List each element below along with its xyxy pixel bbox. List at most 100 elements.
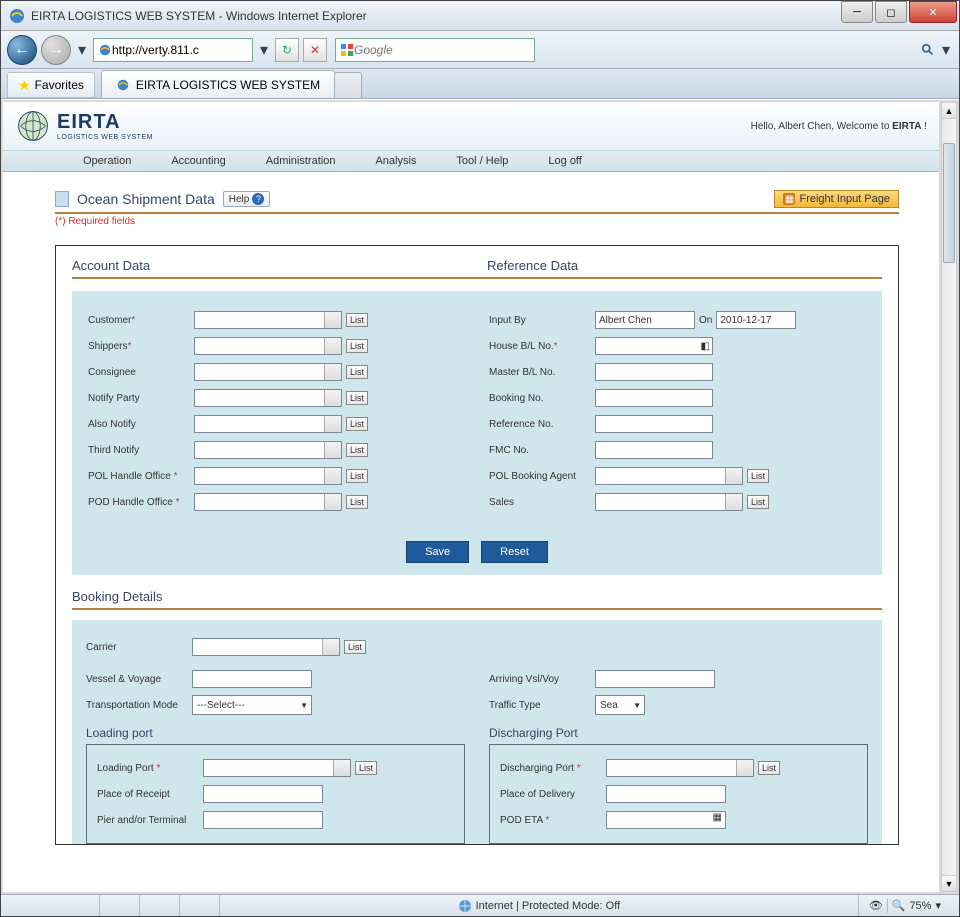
nav-accounting[interactable]: Accounting — [171, 155, 225, 167]
scroll-up-button[interactable]: ▲ — [942, 103, 956, 119]
loadingport-list-button[interactable]: List — [355, 761, 377, 775]
freight-input-button[interactable]: ▦ Freight Input Page — [774, 190, 899, 208]
pol-office-list-button[interactable]: List — [346, 469, 368, 483]
refresh-button[interactable]: ↻ — [275, 38, 299, 62]
reset-button[interactable]: Reset — [481, 541, 548, 563]
discharging-port-heading: Discharging Port — [489, 726, 868, 740]
scroll-down-button[interactable]: ▼ — [942, 875, 956, 891]
vessel-input[interactable] — [192, 670, 312, 688]
notify-input[interactable] — [194, 389, 342, 407]
loadingport-input[interactable] — [203, 759, 351, 777]
internet-zone-icon — [458, 899, 472, 913]
search-box[interactable] — [335, 38, 535, 62]
inputby-value[interactable]: Albert Chen — [595, 311, 695, 329]
scroll-thumb[interactable] — [943, 143, 955, 263]
customer-list-button[interactable]: List — [346, 313, 368, 327]
forward-button[interactable]: → — [41, 35, 71, 65]
help-button[interactable]: Help ? — [223, 191, 271, 207]
ie-tab-icon — [116, 78, 130, 92]
back-button[interactable]: ← — [7, 35, 37, 65]
zoom-dropdown[interactable]: ▾ — [935, 899, 941, 912]
placereceipt-input[interactable] — [203, 785, 323, 803]
housebl-input[interactable]: ◧ — [595, 337, 713, 355]
maximize-button[interactable]: ◻ — [875, 1, 907, 23]
search-icon[interactable] — [921, 43, 935, 57]
page-title: Ocean Shipment Data — [77, 191, 215, 207]
podeta-input[interactable]: ▦ — [606, 811, 726, 829]
status-zoom[interactable]: 👁 🔍 75% ▾ — [858, 895, 951, 916]
dischport-label: Discharging Port * — [500, 763, 606, 774]
transmode-select[interactable]: ---Select--- — [192, 695, 312, 715]
shippers-list-button[interactable]: List — [346, 339, 368, 353]
polagent-input[interactable] — [595, 467, 743, 485]
sales-input[interactable] — [595, 493, 743, 511]
placedelivery-input[interactable] — [606, 785, 726, 803]
pod-office-input[interactable] — [194, 493, 342, 511]
main-form-panel: Account Data Reference Data Customer*Lis… — [55, 245, 899, 845]
nav-analysis[interactable]: Analysis — [375, 155, 416, 167]
zoom-icon: 🔍 — [892, 899, 906, 912]
browser-tab[interactable]: EIRTA LOGISTICS WEB SYSTEM — [101, 70, 335, 98]
dischport-input[interactable] — [606, 759, 754, 777]
nav-administration[interactable]: Administration — [266, 155, 336, 167]
sales-list-button[interactable]: List — [747, 495, 769, 509]
favorites-button[interactable]: ★ Favorites — [7, 72, 95, 98]
search-dropdown[interactable]: ▾ — [939, 35, 953, 65]
nav-tool-help[interactable]: Tool / Help — [456, 155, 508, 167]
traffictype-select[interactable]: Sea — [595, 695, 645, 715]
status-bar: Internet | Protected Mode: Off 👁 🔍 75% ▾ — [1, 894, 959, 916]
on-date-value[interactable]: 2010-12-17 — [716, 311, 796, 329]
pierterminal-input[interactable] — [203, 811, 323, 829]
polagent-list-button[interactable]: List — [747, 469, 769, 483]
pol-office-input[interactable] — [194, 467, 342, 485]
pod-office-label: POD Handle Office * — [88, 497, 194, 508]
bookingno-input[interactable] — [595, 389, 713, 407]
masterbl-input[interactable] — [595, 363, 713, 381]
also-notify-input[interactable] — [194, 415, 342, 433]
refno-label: Reference No. — [489, 419, 595, 430]
brand-subtitle: LOGISTICS WEB SYSTEM — [57, 134, 153, 141]
close-button[interactable]: ✕ — [909, 1, 957, 23]
third-notify-list-button[interactable]: List — [346, 443, 368, 457]
content-frame: EIRTA LOGISTICS WEB SYSTEM Hello, Albert… — [1, 99, 959, 894]
page-viewport: EIRTA LOGISTICS WEB SYSTEM Hello, Albert… — [3, 102, 939, 892]
search-input[interactable] — [354, 43, 514, 57]
arriving-input[interactable] — [595, 670, 715, 688]
protected-mode-icon: 👁 — [869, 899, 883, 912]
notify-list-button[interactable]: List — [346, 391, 368, 405]
consignee-input[interactable] — [194, 363, 342, 381]
window-title: EIRTA LOGISTICS WEB SYSTEM - Windows Int… — [31, 9, 841, 23]
browser-tabbar: ★ Favorites EIRTA LOGISTICS WEB SYSTEM — [1, 69, 959, 99]
new-tab-button[interactable] — [334, 72, 362, 98]
save-button[interactable]: Save — [406, 541, 469, 563]
carrier-list-button[interactable]: List — [344, 640, 366, 654]
dischport-list-button[interactable]: List — [758, 761, 780, 775]
also-notify-list-button[interactable]: List — [346, 417, 368, 431]
account-data-heading: Account Data — [72, 258, 467, 273]
pod-office-list-button[interactable]: List — [346, 495, 368, 509]
vertical-scrollbar[interactable]: ▲ ▼ — [941, 102, 957, 892]
third-notify-input[interactable] — [194, 441, 342, 459]
carrier-input[interactable] — [192, 638, 340, 656]
required-fields-note: (*) Required fields — [55, 216, 899, 227]
consignee-list-button[interactable]: List — [346, 365, 368, 379]
favorites-label: Favorites — [35, 78, 84, 92]
page-header: Ocean Shipment Data Help ? ▦ Freight Inp… — [55, 190, 899, 208]
address-bar[interactable] — [93, 38, 253, 62]
nav-history-dropdown[interactable]: ▾ — [75, 35, 89, 65]
browser-toolbar: ← → ▾ ▾ ↻ ✕ ▾ — [1, 31, 959, 69]
url-input[interactable] — [112, 43, 222, 57]
booking-heading: Booking Details — [56, 575, 898, 608]
minimize-button[interactable]: ─ — [841, 1, 873, 23]
shippers-input[interactable] — [194, 337, 342, 355]
nav-logoff[interactable]: Log off — [548, 155, 581, 167]
stop-button[interactable]: ✕ — [303, 38, 327, 62]
refno-input[interactable] — [595, 415, 713, 433]
nav-operation[interactable]: Operation — [83, 155, 131, 167]
fmcno-input[interactable] — [595, 441, 713, 459]
url-dropdown[interactable]: ▾ — [257, 35, 271, 65]
customer-input[interactable] — [194, 311, 342, 329]
google-icon — [340, 43, 354, 57]
loading-port-box: Loading Port *List Place of Receipt Pier… — [86, 744, 465, 844]
placereceipt-label: Place of Receipt — [97, 789, 203, 800]
